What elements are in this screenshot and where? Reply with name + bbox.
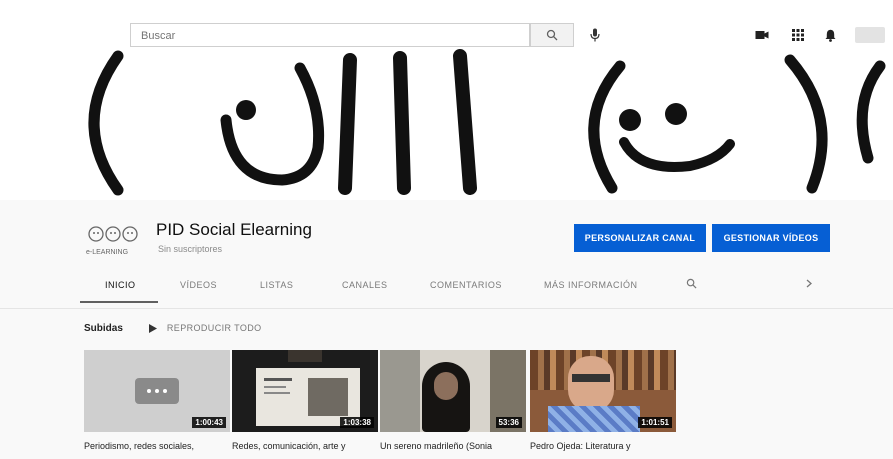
section-title[interactable]: Subidas — [84, 323, 123, 334]
channel-header: e-LEARNING PID Social Elearning Sin susc… — [0, 200, 893, 308]
window-background-art — [380, 350, 420, 432]
video-thumbnail[interactable]: 1:00:43 — [84, 350, 230, 432]
video-title[interactable]: Periodismo, redes sociales, — [84, 440, 230, 452]
account-avatar[interactable] — [855, 27, 885, 43]
play-icon — [148, 323, 157, 333]
video-duration: 53:36 — [495, 417, 522, 428]
shirt-art — [548, 406, 640, 432]
glasses-art — [572, 374, 610, 382]
tab-videos[interactable]: VÍDEOS — [180, 280, 217, 290]
logo-text: e-LEARNING — [86, 249, 128, 256]
search-box[interactable] — [130, 23, 530, 47]
channel-tabs: INICIO VÍDEOS LISTAS CANALES COMENTARIOS… — [80, 272, 840, 304]
play-all-button[interactable]: REPRODUCIR TODO — [148, 323, 262, 333]
video-camera-icon — [755, 31, 769, 39]
search-icon — [546, 29, 558, 41]
subscriber-count: Sin suscriptores — [158, 244, 223, 254]
voice-search-button[interactable] — [585, 25, 605, 45]
microphone-icon — [590, 28, 600, 42]
apps-grid-icon — [792, 29, 804, 41]
create-video-button[interactable] — [752, 25, 772, 45]
play-all-label: REPRODUCIR TODO — [166, 323, 262, 333]
channel-logo[interactable]: e-LEARNING — [86, 222, 148, 262]
apps-button[interactable] — [788, 25, 808, 45]
person-face-art — [434, 372, 458, 400]
active-tab-indicator — [80, 301, 158, 303]
customize-channel-button[interactable]: PERSONALIZAR CANAL — [574, 224, 706, 252]
notifications-button[interactable] — [820, 25, 840, 45]
video-duration: 1:03:38 — [340, 417, 374, 428]
video-title[interactable]: Pedro Ojeda: Literatura y — [530, 440, 676, 452]
masthead — [0, 12, 893, 48]
video-thumbnail[interactable]: 1:03:38 — [232, 350, 378, 432]
video-title[interactable]: Un sereno madrileño (Sonia — [380, 440, 526, 452]
channel-search-button[interactable] — [686, 278, 697, 291]
webcam-inset-art — [288, 350, 322, 362]
video-card[interactable]: 1:03:38 Redes, comunicación, arte y — [232, 350, 378, 452]
banner-smiley-art — [88, 49, 886, 196]
channel-title: PID Social Elearning — [156, 220, 312, 239]
video-thumbnail[interactable]: 53:36 — [380, 350, 526, 432]
tabs-scroll-right-button[interactable] — [806, 279, 812, 290]
tab-inicio[interactable]: INICIO — [105, 280, 136, 290]
person-face-art — [568, 356, 614, 412]
video-duration: 1:01:51 — [638, 417, 672, 428]
search-input[interactable] — [139, 25, 523, 47]
tab-canales[interactable]: CANALES — [342, 280, 388, 290]
tab-mas-informacion[interactable]: MÁS INFORMACIÓN — [544, 280, 638, 290]
uploads-section-header: Subidas REPRODUCIR TODO — [84, 318, 262, 338]
video-duration: 1:00:43 — [192, 417, 226, 428]
video-card[interactable]: 1:00:43 Periodismo, redes sociales, — [84, 350, 230, 452]
elearning-logo-art: e-LEARNING — [86, 226, 138, 256]
chevron-right-icon — [806, 279, 812, 288]
search-button[interactable] — [530, 23, 574, 47]
manage-videos-button[interactable]: GESTIONAR VÍDEOS — [712, 224, 830, 252]
tab-listas[interactable]: LISTAS — [260, 280, 293, 290]
search-icon — [686, 278, 697, 289]
video-card[interactable]: 53:36 Un sereno madrileño (Sonia — [380, 350, 526, 452]
bell-icon — [825, 29, 835, 42]
video-card[interactable]: 1:01:51 Pedro Ojeda: Literatura y — [530, 350, 676, 452]
tab-comentarios[interactable]: COMENTARIOS — [430, 280, 502, 290]
channel-banner — [0, 48, 893, 200]
tabs-divider — [0, 308, 893, 309]
video-title[interactable]: Redes, comunicación, arte y — [232, 440, 378, 452]
video-thumbnail[interactable]: 1:01:51 — [530, 350, 676, 432]
placeholder-video-icon — [135, 378, 179, 404]
